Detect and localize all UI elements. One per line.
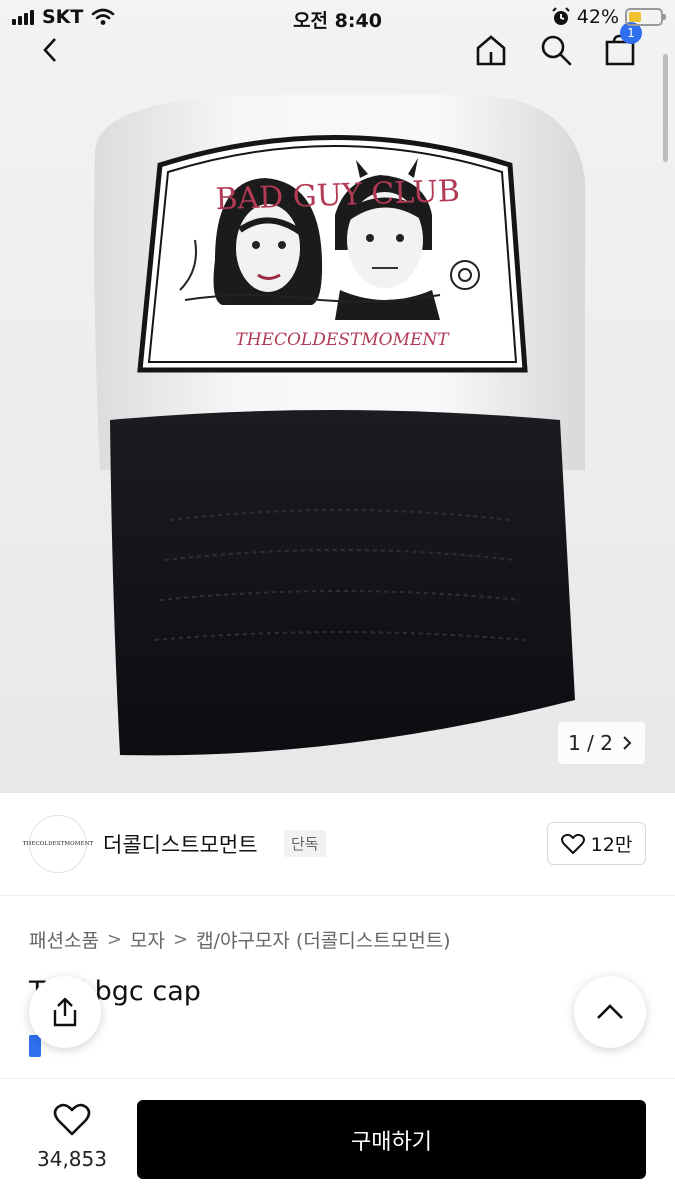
wish-count: 34,853 xyxy=(37,1147,107,1171)
home-icon xyxy=(476,35,506,66)
pager-text: 1 / 2 xyxy=(568,731,613,755)
exclusive-badge: 단독 xyxy=(284,830,326,857)
bottom-bar: 34,853 구매하기 xyxy=(0,1078,675,1200)
scroll-top-button[interactable] xyxy=(574,976,646,1048)
breadcrumb-item[interactable]: 캡/야구모자 (더콜디스트모먼트) xyxy=(196,926,451,953)
status-bar: SKT 오전 8:40 42% xyxy=(0,0,675,36)
chevron-left-icon xyxy=(43,38,56,62)
brand-logo-text: THECOLDESTMOMENT xyxy=(22,841,94,847)
product-image[interactable]: BAD GUY CLUB THECOLDESTMOMENT 1 / 2 xyxy=(0,0,675,793)
buy-button[interactable]: 구매하기 xyxy=(137,1100,646,1179)
share-button[interactable] xyxy=(29,976,101,1048)
alarm-icon xyxy=(552,7,570,25)
image-pager[interactable]: 1 / 2 xyxy=(558,722,645,764)
heart-icon xyxy=(560,833,585,854)
breadcrumb: 패션소품 > 모자 > 캡/야구모자 (더콜디스트모먼트) xyxy=(29,926,451,953)
cap-photo: BAD GUY CLUB THECOLDESTMOMENT xyxy=(0,0,675,793)
product-badge xyxy=(29,1035,41,1057)
chevron-right-icon: > xyxy=(106,929,123,950)
battery-percent: 42% xyxy=(576,6,619,28)
brand-like-count: 12만 xyxy=(590,834,633,856)
chevron-right-icon: > xyxy=(172,929,189,950)
brand-name[interactable]: 더콜디스트모먼트 xyxy=(103,829,258,859)
share-icon xyxy=(53,997,77,1027)
chevron-right-icon xyxy=(623,736,632,750)
brand-logo[interactable]: THECOLDESTMOMENT xyxy=(23,815,93,873)
brand-row[interactable]: THECOLDESTMOMENT 더콜디스트모먼트 단독 12만 xyxy=(0,793,675,896)
breadcrumb-item[interactable]: 패션소품 xyxy=(29,926,99,953)
battery-icon xyxy=(625,8,666,26)
heart-icon xyxy=(53,1103,91,1136)
brand-like-button[interactable]: 12만 xyxy=(547,822,646,865)
search-icon xyxy=(541,35,572,66)
scrollbar[interactable] xyxy=(663,54,668,162)
wish-button[interactable]: 34,853 xyxy=(24,1103,120,1171)
patch-subtitle: THECOLDESTMOMENT xyxy=(235,330,450,350)
breadcrumb-item[interactable]: 모자 xyxy=(130,926,165,953)
chevron-up-icon xyxy=(597,1004,623,1019)
